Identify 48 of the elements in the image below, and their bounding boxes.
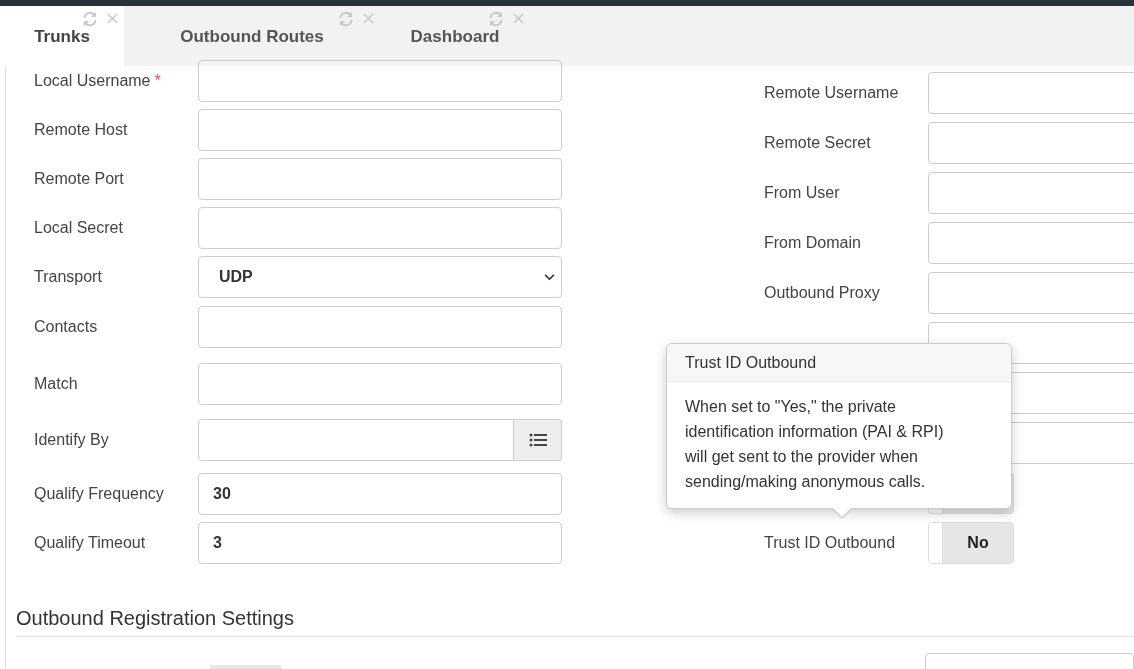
tab[interactable]: Dashboard: [380, 6, 530, 66]
field-label: Identify By: [34, 431, 110, 449]
input-field[interactable]: 30: [198, 473, 562, 515]
field-label: Trust ID Outbound: [764, 534, 897, 552]
toggle-switch[interactable]: No: [928, 522, 1014, 564]
select-field[interactable]: UDP: [198, 256, 562, 298]
input-field[interactable]: [198, 363, 562, 405]
tab[interactable]: Outbound Routes: [124, 6, 380, 66]
field-label: Outbound Proxy: [764, 284, 881, 302]
field-label: From User: [764, 184, 841, 202]
tab[interactable]: Trunks: [0, 6, 124, 66]
input-field[interactable]: [198, 207, 562, 249]
refresh-icon[interactable]: [338, 11, 354, 27]
input-field[interactable]: [928, 72, 1134, 114]
field-label: Remote Secret: [764, 134, 872, 152]
chevron-down-icon: [544, 273, 555, 281]
input-field[interactable]: [198, 306, 562, 348]
refresh-icon[interactable]: [488, 11, 504, 27]
field-label: Match: [34, 375, 79, 393]
field-label: Qualify Frequency: [34, 485, 165, 503]
refresh-icon[interactable]: [82, 11, 98, 27]
input-field[interactable]: [198, 109, 562, 151]
field-label: Remote Port: [34, 170, 125, 188]
field-label: Local Username *: [34, 72, 162, 90]
list-icon: [528, 433, 547, 447]
input-field[interactable]: [198, 419, 514, 461]
input-field[interactable]: [928, 122, 1134, 164]
tooltip-text: When set to "Yes," the private identification information (PAI & RPI) will get sent to the provider when sending/making anonymous calls.: [685, 398, 944, 490]
tooltip-title: Trust ID Outbound: [667, 344, 1011, 382]
input-field[interactable]: [928, 172, 1134, 214]
field-label: Transport: [34, 268, 103, 286]
input-field[interactable]: [198, 158, 562, 200]
required-mark: *: [154, 72, 161, 89]
field-label: Remote Username: [764, 84, 900, 102]
input-field[interactable]: [198, 60, 562, 102]
list-button[interactable]: [514, 419, 562, 461]
field-label: From Domain: [764, 234, 862, 252]
input-field[interactable]: 3: [198, 522, 562, 564]
input-field[interactable]: [928, 272, 1134, 314]
input-field[interactable]: [928, 222, 1134, 264]
close-icon[interactable]: [513, 13, 524, 24]
section-title: Outbound Registration Settings: [16, 607, 294, 629]
field-label: Qualify Timeout: [34, 534, 147, 552]
close-icon[interactable]: [107, 13, 118, 24]
field-label: Contacts: [34, 318, 99, 336]
field-label: Remote Host: [34, 121, 129, 139]
field-label: Local Secret: [34, 219, 124, 237]
close-icon[interactable]: [363, 13, 374, 24]
